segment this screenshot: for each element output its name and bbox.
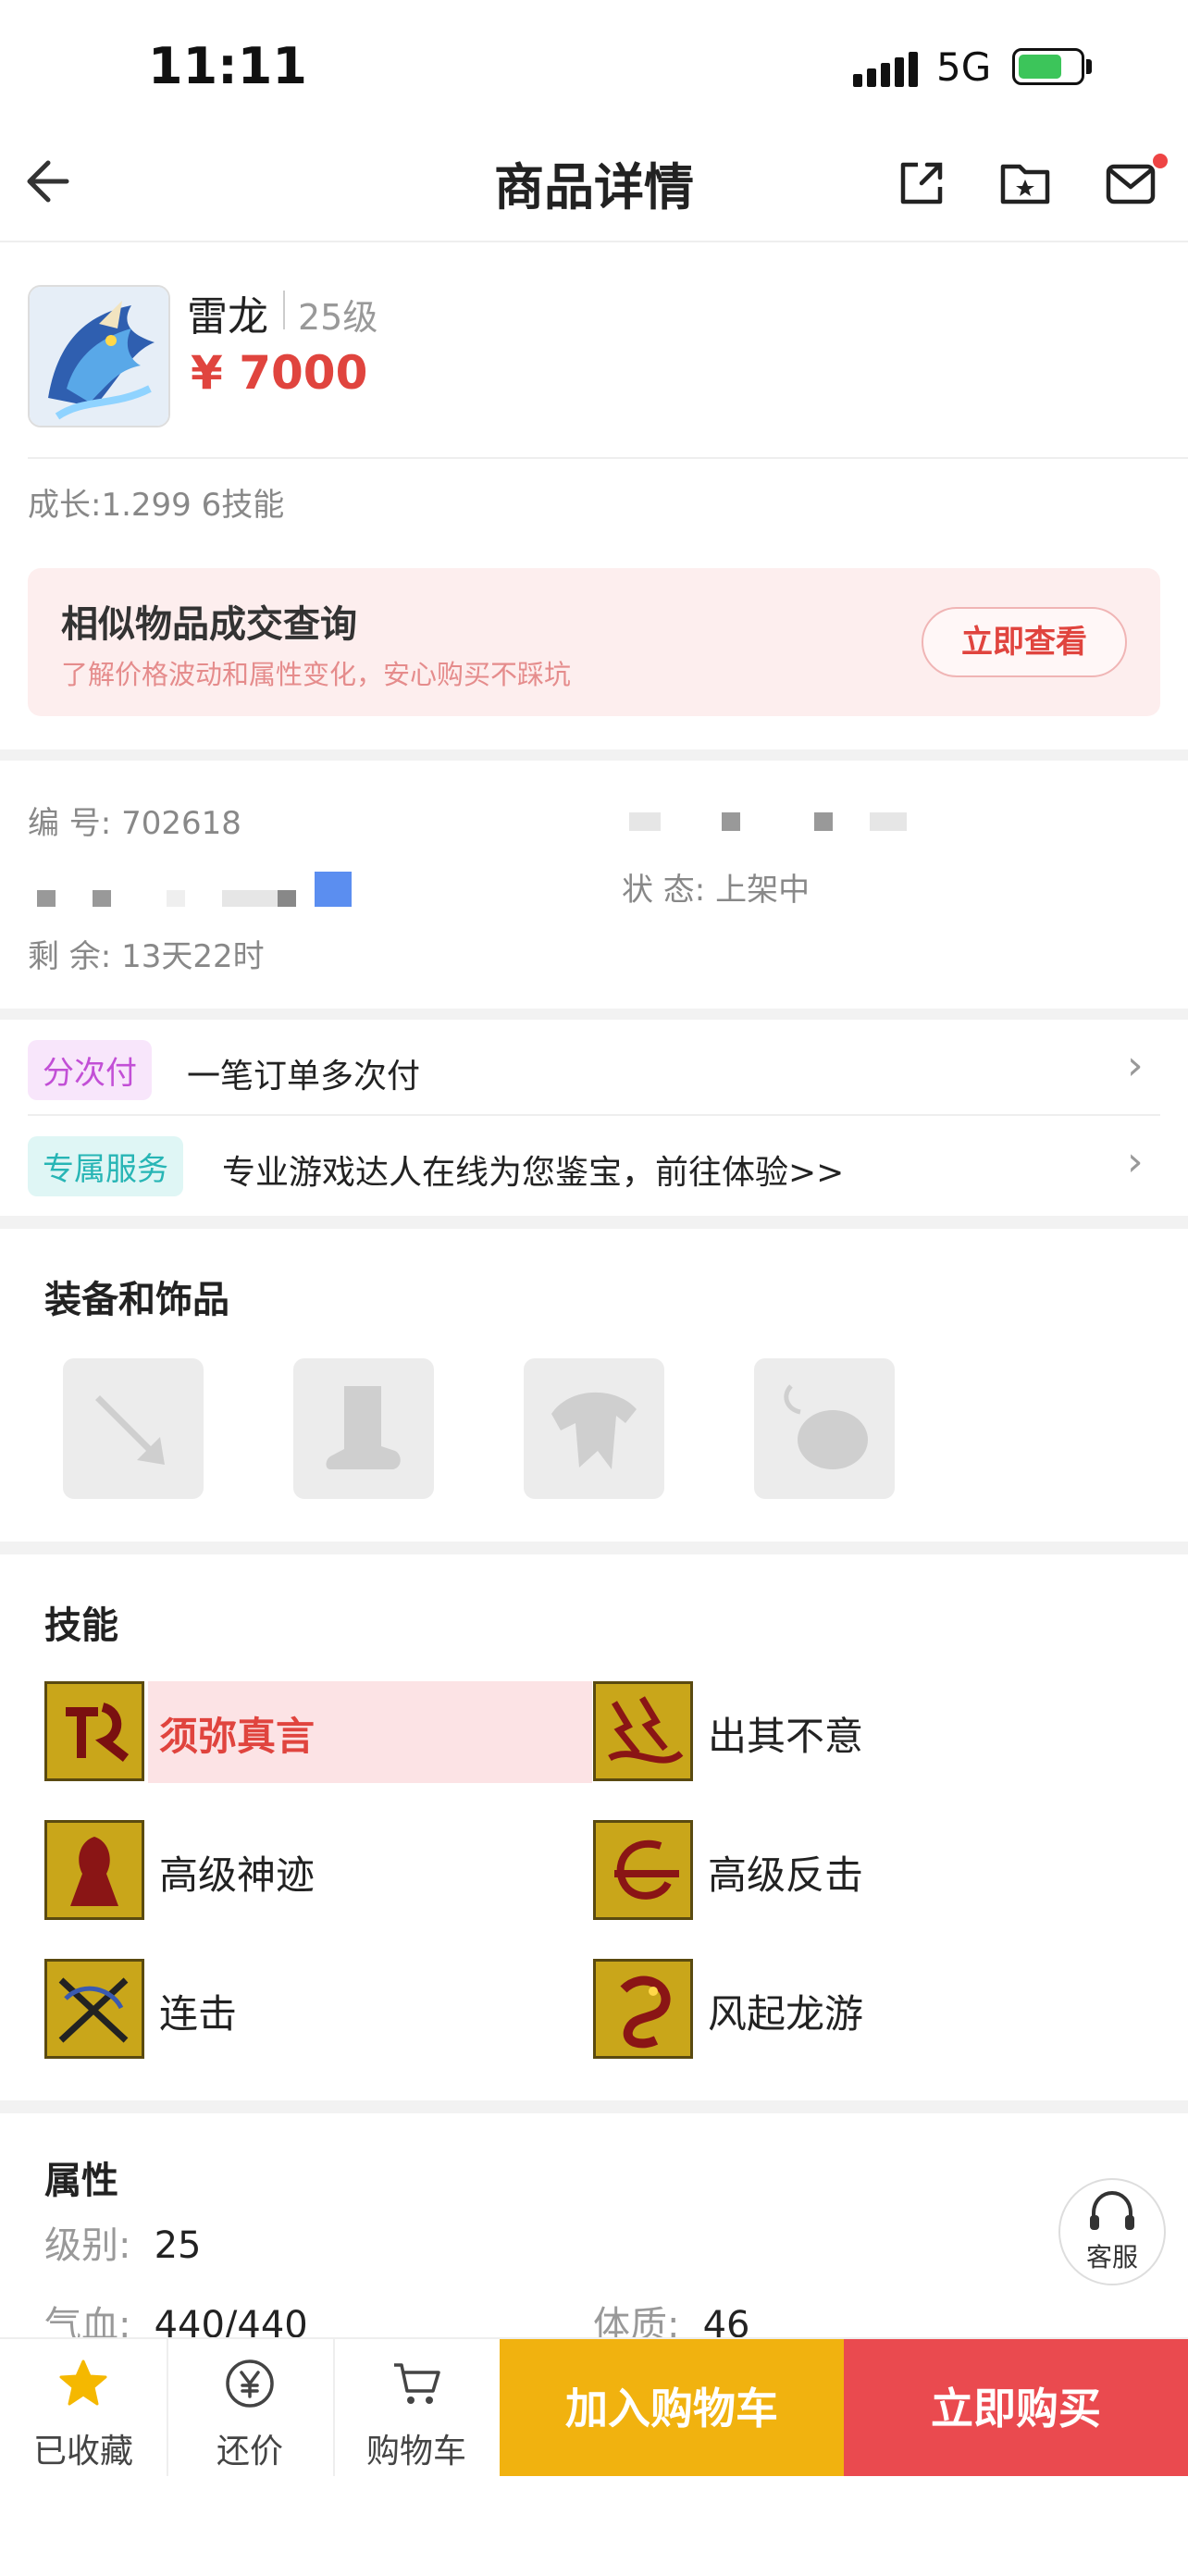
chevron-right-icon: › <box>1127 1138 1144 1185</box>
customer-service-button[interactable]: 客服 <box>1058 2178 1166 2285</box>
status-bar: 11:11 5G <box>0 0 1188 120</box>
skill-icon <box>44 1681 144 1781</box>
promo-subtitle: 了解价格波动和属性变化，安心购买不踩坑 <box>61 659 572 690</box>
skill-name: 高级反击 <box>708 1852 864 1898</box>
skill-name: 出其不意 <box>708 1714 864 1759</box>
promo-title: 相似物品成交查询 <box>61 603 357 646</box>
add-to-cart-button[interactable]: 加入购物车 <box>500 2339 844 2478</box>
remaining-value: 13天22时 <box>121 938 265 975</box>
skill-name: 风起龙游 <box>708 1991 864 2037</box>
id-label: 编 号: <box>28 805 112 842</box>
level-value: 25 <box>154 2224 202 2267</box>
product-thumbnail[interactable] <box>28 285 170 427</box>
skill-item[interactable]: 出其不意 <box>593 1681 1111 1783</box>
installment-tag: 分次付 <box>28 1040 152 1100</box>
equipment-title: 装备和饰品 <box>44 1279 229 1321</box>
skill-name: 须弥真言 <box>159 1714 316 1759</box>
unread-badge <box>1153 154 1168 168</box>
exclusive-service-row[interactable]: 专属服务 专业游戏达人在线为您鉴宝，前往体验>> › <box>28 1134 1160 1210</box>
product-name: 雷龙 <box>187 293 268 341</box>
skill-item[interactable]: 高级反击 <box>593 1820 1111 1922</box>
skill-name: 高级神迹 <box>159 1852 316 1898</box>
customer-service-label: 客服 <box>1085 2242 1138 2273</box>
boots-slot-icon[interactable] <box>293 1358 434 1499</box>
blurred-text <box>629 812 661 831</box>
remaining-label: 剩 余: <box>28 938 112 975</box>
skill-name: 连击 <box>159 1991 238 2037</box>
skill-icon <box>44 1959 144 2059</box>
exclusive-service-text: 专业游戏达人在线为您鉴宝，前往体验>> <box>222 1154 845 1192</box>
similar-items-banner[interactable]: 相似物品成交查询 了解价格波动和属性变化，安心购买不踩坑 立即查看 <box>28 568 1160 716</box>
skill-icon <box>593 1820 693 1920</box>
message-icon[interactable] <box>1103 155 1158 211</box>
buy-now-button[interactable]: 立即购买 <box>844 2339 1188 2478</box>
skills-title: 技能 <box>44 1604 118 1647</box>
bargain-button[interactable]: 还价 <box>167 2339 333 2478</box>
status-time: 11:11 <box>148 37 307 95</box>
view-now-button[interactable]: 立即查看 <box>922 607 1127 677</box>
skill-icon <box>44 1820 144 1920</box>
share-icon[interactable] <box>894 155 949 211</box>
skill-icon <box>593 1681 693 1781</box>
cart-label: 购物车 <box>365 2433 466 2471</box>
yuan-icon <box>226 2359 274 2408</box>
installment-text: 一笔订单多次付 <box>187 1058 421 1096</box>
weapon-slot-icon[interactable] <box>63 1358 204 1499</box>
installment-row[interactable]: 分次付 一笔订单多次付 › <box>28 1038 1160 1116</box>
equipment-section: 装备和饰品 <box>0 1229 1188 1542</box>
listing-info: 编 号: 702618 状 态: 上架中 剩 余: 13天22时 <box>0 761 1188 1009</box>
blurred-text <box>37 890 56 907</box>
id-value: 702618 <box>121 805 241 842</box>
cart-button[interactable]: 购物车 <box>333 2339 500 2478</box>
product-level: 25级 <box>298 297 378 338</box>
network-type: 5G <box>936 44 992 90</box>
skills-section: 技能 须弥真言 出其不意 高级神迹 高级反击 连击 风起龙游 <box>0 1554 1188 2100</box>
star-icon <box>59 2359 107 2406</box>
bottom-action-bar: 已收藏 还价 购物车 加入购物车 立即购买 <box>0 2337 1188 2478</box>
services-list: 分次付 一笔订单多次付 › 专属服务 专业游戏达人在线为您鉴宝，前往体验>> › <box>0 1020 1188 1216</box>
status-value: 上架中 <box>715 872 811 909</box>
level-label: 级别: <box>44 2224 131 2267</box>
signal-icon <box>853 52 922 87</box>
cart-icon <box>394 2363 440 2404</box>
accessory-slot-icon[interactable] <box>754 1358 895 1499</box>
skill-item[interactable]: 连击 <box>44 1959 563 2061</box>
attributes-title: 属性 <box>44 2160 118 2202</box>
skill-item[interactable]: 须弥真言 <box>44 1681 563 1783</box>
product-card: 雷龙 25级 ¥ 7000 成长:1.299 6技能 相似物品成交查询 了解价格… <box>0 242 1188 749</box>
bargain-label: 还价 <box>216 2433 283 2471</box>
status-label: 状 态: <box>622 872 706 909</box>
skill-item[interactable]: 高级神迹 <box>44 1820 563 1922</box>
favorite-label: 已收藏 <box>32 2433 133 2471</box>
exclusive-service-tag: 专属服务 <box>28 1136 183 1196</box>
battery-icon <box>1012 48 1084 85</box>
skill-item[interactable]: 风起龙游 <box>593 1959 1111 2061</box>
navigation-bar: 商品详情 <box>0 120 1188 242</box>
headset-icon <box>1090 2190 1134 2230</box>
product-price: ¥ 7000 <box>191 346 368 400</box>
chevron-right-icon: › <box>1127 1042 1144 1089</box>
favorite-folder-icon[interactable] <box>997 155 1053 211</box>
skill-icon <box>593 1959 693 2059</box>
armor-slot-icon[interactable] <box>524 1358 664 1499</box>
product-growth: 成长:1.299 6技能 <box>28 487 285 524</box>
favorite-button[interactable]: 已收藏 <box>0 2339 167 2478</box>
